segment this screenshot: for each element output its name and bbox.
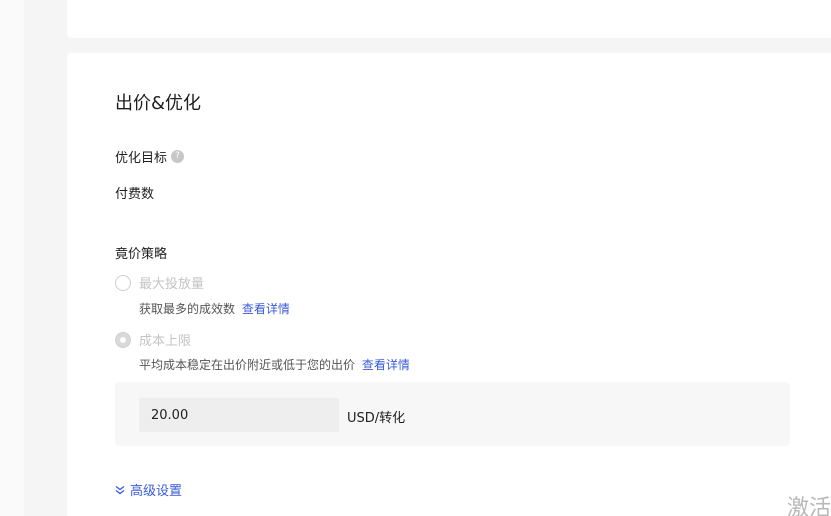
radio-checked-icon[interactable] bbox=[115, 331, 131, 348]
bid-optimization-card: 出价&优化 优化目标 ? 付费数 竟价策略 最大投放量 获取最多的成效数 查看详… bbox=[67, 53, 831, 516]
question-circle-icon[interactable]: ? bbox=[171, 150, 185, 163]
radio-option-label: 成本上限 bbox=[139, 334, 192, 349]
bid-strategy-label-text: 竟价策略 bbox=[115, 247, 168, 262]
radio-unchecked-icon[interactable] bbox=[115, 274, 131, 291]
advanced-settings-toggle[interactable]: 高级设置 bbox=[115, 480, 182, 499]
bid-amount-input[interactable] bbox=[139, 398, 339, 432]
optimization-goal-value: 付费数 bbox=[115, 187, 155, 202]
page: 出价&优化 优化目标 ? 付费数 竟价策略 最大投放量 获取最多的成效数 查看详… bbox=[0, 0, 831, 516]
section-title: 出价&优化 bbox=[115, 93, 202, 114]
view-details-link[interactable]: 查看详情 bbox=[362, 358, 410, 372]
left-gutter bbox=[0, 0, 24, 516]
radio-option-description: 获取最多的成效数 查看详情 bbox=[139, 300, 290, 317]
bid-amount-panel: USD/转化 bbox=[115, 382, 790, 446]
radio-option-cost-cap[interactable]: 成本上限 bbox=[115, 330, 191, 349]
radio-option-description: 平均成本稳定在出价附近或低于您的出价 查看详情 bbox=[139, 356, 410, 373]
optimization-goal-label-text: 优化目标 bbox=[115, 151, 168, 166]
previous-section-card bbox=[67, 0, 831, 38]
advanced-settings-label: 高级设置 bbox=[130, 484, 183, 499]
radio-option-max-delivery[interactable]: 最大投放量 bbox=[115, 273, 204, 292]
bid-strategy-label: 竟价策略 bbox=[115, 243, 167, 262]
radio-option-label: 最大投放量 bbox=[139, 277, 205, 292]
bid-unit-label: USD/转化 bbox=[347, 411, 406, 426]
optimization-goal-label: 优化目标 ? bbox=[115, 147, 185, 166]
activation-watermark: 激活 bbox=[787, 496, 831, 516]
description-text: 获取最多的成效数 bbox=[139, 302, 236, 316]
description-text: 平均成本稳定在出价附近或低于您的出价 bbox=[139, 358, 356, 372]
view-details-link[interactable]: 查看详情 bbox=[242, 302, 290, 316]
double-chevron-down-icon bbox=[115, 485, 125, 495]
